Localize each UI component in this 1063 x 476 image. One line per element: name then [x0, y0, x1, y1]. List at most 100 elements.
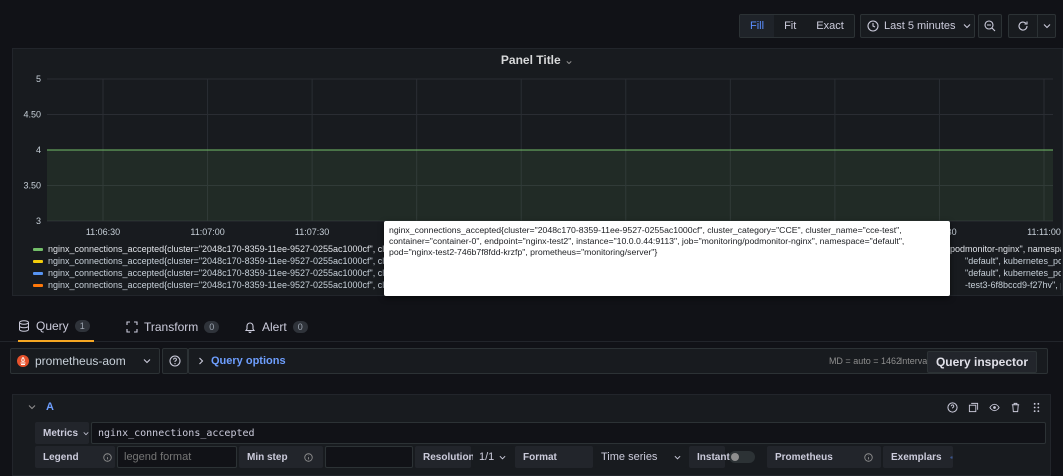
series-tooltip: nginx_connections_accepted{cluster="2048…	[384, 221, 950, 296]
legend-swatch	[33, 259, 43, 263]
tab-transform-count: 0	[204, 321, 220, 333]
panel-title-chevron-icon: ⌄	[564, 53, 575, 67]
instant-toggle[interactable]	[729, 451, 755, 463]
min-step-label: Min step	[239, 446, 323, 468]
refresh-group	[1008, 14, 1056, 38]
query-inspector-button[interactable]: Query inspector	[926, 351, 1037, 373]
eye-icon[interactable]	[949, 452, 953, 463]
datasource-picker[interactable]: prometheus-aom	[10, 348, 160, 374]
duplicate-icon[interactable]	[968, 402, 979, 413]
legend-label: nginx_connections_accepted{cluster="2048…	[48, 256, 410, 266]
series-area	[47, 150, 1053, 221]
query-row-a: A Metrics nginx_connections_accepted Leg…	[12, 394, 1051, 476]
legend-label-tail: "default", kubernetes_poc	[965, 256, 1061, 266]
metrics-label: Metrics	[43, 427, 79, 439]
dashboard-toolbar: Fill Fit Exact Last 5 minutes	[0, 0, 1063, 48]
legend-label: Legend	[35, 446, 115, 468]
chevron-down-icon	[83, 431, 89, 435]
eye-icon[interactable]	[989, 402, 1000, 413]
legend-format-input[interactable]	[117, 446, 237, 468]
exemplars-label: Exemplars	[883, 446, 953, 468]
chevron-down-icon	[143, 359, 151, 364]
format-value: Time series	[601, 451, 658, 463]
tab-alert[interactable]: Alert 0	[244, 312, 308, 342]
view-mode-group: Fill Fit Exact	[739, 14, 855, 38]
collapse-chevron-icon[interactable]	[28, 403, 36, 411]
x-tick-label: 11:06:30	[86, 227, 120, 237]
time-range-picker[interactable]: Last 5 minutes	[860, 14, 975, 38]
query-row-header: A	[13, 395, 1050, 419]
x-tick-label: 11:07:30	[295, 227, 329, 237]
chevron-right-icon	[199, 357, 204, 365]
y-tick-label: 4	[36, 145, 41, 155]
refresh-icon	[1018, 21, 1028, 31]
database-icon	[19, 320, 29, 332]
legend-swatch	[33, 283, 43, 287]
prometheus-icon	[17, 355, 29, 367]
refresh-button[interactable]	[1009, 15, 1037, 37]
query-ref-id[interactable]: A	[46, 401, 54, 413]
instant-label: Instant	[689, 446, 730, 468]
legend-swatch	[33, 247, 43, 251]
format-select[interactable]: Time series	[595, 446, 687, 468]
chevron-down-icon	[963, 24, 970, 29]
max-data-points-info: MD = auto = 1462	[828, 356, 901, 366]
exact-button[interactable]: Exact	[806, 15, 854, 37]
chevron-down-icon	[499, 455, 506, 459]
transform-icon	[126, 321, 138, 333]
instant-toggle-knob	[731, 453, 739, 461]
tab-transform[interactable]: Transform 0	[126, 312, 220, 342]
legend-label: nginx_connections_accepted{cluster="2048…	[48, 268, 410, 278]
legend-swatch	[33, 271, 43, 275]
query-toolbar: prometheus-aom Query options MD = auto =…	[0, 342, 1063, 382]
tab-transform-label: Transform	[144, 320, 199, 334]
refresh-interval-dropdown[interactable]	[1037, 15, 1055, 37]
tab-alert-count: 0	[292, 321, 308, 333]
tab-query-count: 1	[74, 320, 90, 332]
tab-query-label: Query	[36, 319, 69, 333]
help-icon[interactable]	[947, 401, 958, 413]
y-tick-label: 3.50	[23, 181, 41, 191]
datasource-name: prometheus-aom	[35, 354, 126, 368]
resolution-select[interactable]: 1/1	[473, 446, 513, 468]
editor-tabs: Query 1 Transform 0 Alert 0	[0, 306, 1063, 342]
legend-label-tail: -test3-6f8bccd9-f27hv", p	[965, 280, 1061, 290]
query-options-link[interactable]: Query options	[211, 355, 286, 367]
panel-title-text: Panel Title	[500, 53, 561, 67]
legend-label-tail: "default", kubernetes_poc	[965, 268, 1061, 278]
datasource-help-button[interactable]	[162, 348, 188, 374]
query-options-bar: Query options MD = auto = 1462 Interval …	[188, 348, 1048, 374]
chevron-down-icon	[674, 455, 681, 459]
query-row-actions	[947, 401, 1042, 413]
y-tick-label: 5	[36, 74, 41, 84]
tab-query[interactable]: Query 1	[18, 312, 94, 342]
y-tick-label: 3	[36, 216, 41, 226]
bell-icon	[244, 322, 256, 333]
metrics-browser-button[interactable]: Metrics	[35, 422, 89, 444]
trash-icon[interactable]	[1010, 402, 1021, 413]
min-step-input[interactable]	[325, 446, 413, 468]
x-tick-label: 11:07:00	[190, 227, 224, 237]
legend-label-text: Legend	[43, 451, 79, 463]
legend-label: nginx_connections_accepted{cluster="2048…	[48, 280, 410, 290]
time-range-label: Last 5 minutes	[884, 20, 956, 32]
y-tick-label: 4.50	[23, 110, 41, 120]
x-tick-label: 11:11:00	[1027, 227, 1061, 237]
info-icon	[864, 452, 873, 462]
promql-query-input[interactable]: nginx_connections_accepted	[91, 422, 1046, 444]
resolution-value: 1/1	[479, 451, 495, 463]
min-step-label-text: Min step	[247, 451, 288, 463]
chevron-down-icon	[1043, 24, 1050, 29]
zoom-out-icon	[984, 20, 996, 32]
exemplars-label-text: Exemplars	[891, 451, 942, 463]
drag-handle-icon[interactable]	[1031, 402, 1042, 413]
panel-title[interactable]: Panel Title ⌄	[13, 53, 1062, 67]
resolution-label: Resolution	[415, 446, 475, 468]
fit-button[interactable]: Fit	[774, 15, 806, 37]
help-icon	[169, 355, 181, 367]
format-label: Format	[515, 446, 593, 468]
prometheus-type-label: Prometheus	[767, 446, 881, 468]
zoom-out-button[interactable]	[978, 14, 1002, 38]
fill-button[interactable]: Fill	[740, 15, 775, 37]
time-series-chart[interactable]: 33.5044.50511:06:3011:07:0011:07:3011:08…	[13, 69, 1062, 241]
